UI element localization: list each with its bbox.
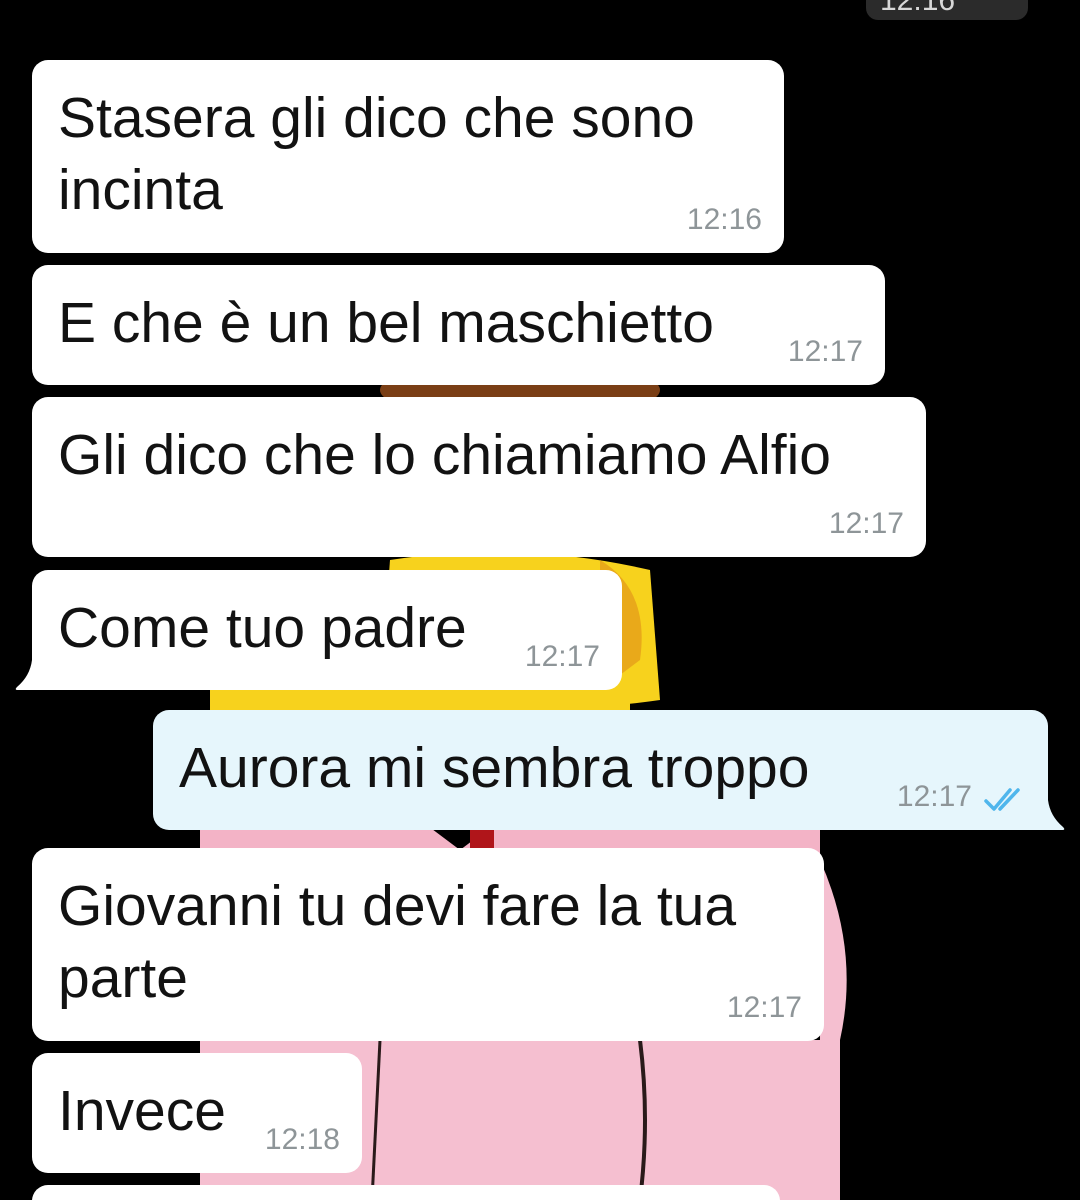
message-timestamp: 12:16: [880, 0, 956, 17]
message-bubble-outgoing[interactable]: Aurora mi sembra troppo 12:17: [153, 710, 1048, 830]
message-text: E che è un bel maschietto: [58, 291, 714, 355]
message-bubble-incoming[interactable]: E che è un bel maschietto 12:17: [32, 265, 885, 385]
message-bubble-incoming[interactable]: Giovanni tu devi fare la tua parte 12:17: [32, 848, 824, 1041]
message-timestamp: 12:16: [686, 203, 762, 236]
chat-area: 12:16 Stasera gli dico che sono incinta …: [0, 0, 1080, 1200]
message-timestamp: 12:17: [896, 780, 972, 813]
message-timestamp: 12:17: [524, 640, 600, 673]
message-timestamp: 12:17: [726, 991, 802, 1024]
message-text: Gli dico che lo chiamiamo Alfio: [58, 423, 832, 487]
message-text: Come tuo padre: [58, 596, 467, 660]
next-message-partial[interactable]: [32, 1185, 780, 1200]
message-timestamp: 12:18: [264, 1123, 340, 1156]
message-bubble-incoming[interactable]: Come tuo padre 12:17: [32, 570, 622, 690]
message-bubble-incoming[interactable]: Stasera gli dico che sono incinta 12:16: [32, 60, 784, 253]
message-text: Stasera gli dico che sono incinta: [58, 86, 695, 222]
message-timestamp: 12:17: [787, 335, 863, 368]
message-bubble-incoming[interactable]: Invece 12:18: [32, 1053, 362, 1173]
message-bubble-incoming[interactable]: Gli dico che lo chiamiamo Alfio 12:17: [32, 397, 926, 557]
double-check-icon: [984, 788, 1020, 811]
message-timestamp: 12:17: [828, 507, 904, 540]
message-text: Aurora mi sembra troppo: [179, 736, 810, 800]
previous-message-partial[interactable]: 12:16: [866, 0, 1028, 20]
message-text: Giovanni tu devi fare la tua parte: [58, 874, 737, 1010]
